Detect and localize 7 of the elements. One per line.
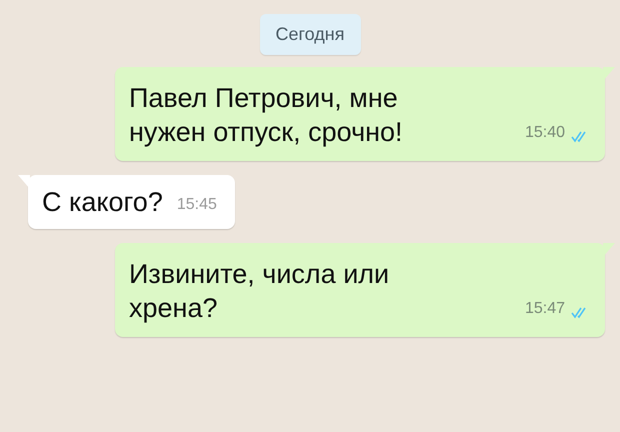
message-time: 15:45 xyxy=(176,195,217,215)
message-text: С какого? xyxy=(42,186,163,219)
message-time: 15:47 xyxy=(524,299,565,319)
date-chip: Сегодня xyxy=(260,14,360,55)
message-text: Извините, числа или хрена? xyxy=(129,258,390,325)
message-text: Павел Петрович, мне нужен отпуск, срочно! xyxy=(129,82,404,149)
message-time: 15:40 xyxy=(524,123,565,143)
